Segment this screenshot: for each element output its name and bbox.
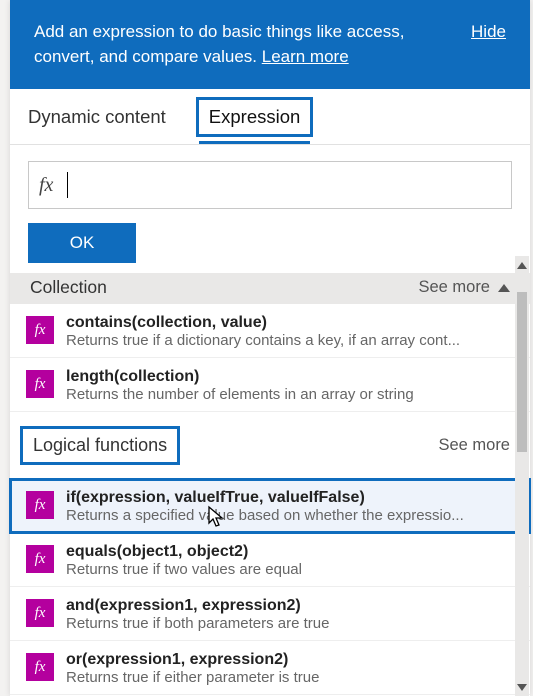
function-item-if[interactable]: fx if(expression, valueIfTrue, valueIfFa… [10,479,530,533]
scrollbar[interactable] [515,256,529,696]
section-title-logical: Logical functions [20,426,180,465]
ok-button[interactable]: OK [28,223,136,263]
section-header-logical: Logical functions See more [10,412,530,479]
function-description: Returns a specified value based on wheth… [66,507,514,524]
see-more-logical[interactable]: See more [438,436,510,455]
function-description: Returns true if two values are equal [66,561,514,578]
tab-expression[interactable]: Expression [196,97,314,137]
learn-more-link[interactable]: Learn more [262,47,349,66]
tab-bar: Dynamic content Expression [10,89,530,145]
fx-icon: fx [26,545,54,573]
function-description: Returns true if a dictionary contains a … [66,332,514,349]
section-title-collection: Collection [30,277,107,298]
scroll-down-icon[interactable] [517,682,527,692]
function-item-or[interactable]: fx or(expression1, expression2) Returns … [10,641,530,695]
scrollbar-thumb[interactable] [517,292,527,452]
expression-panel: Add an expression to do basic things lik… [10,0,530,696]
function-signature: and(expression1, expression2) [66,597,514,615]
fx-icon: fx [26,316,54,344]
function-description: Returns true if either parameter is true [66,669,514,686]
logical-functions-list: fx if(expression, valueIfTrue, valueIfFa… [10,479,530,695]
expression-input-area: fx OK [10,145,530,273]
function-item-and[interactable]: fx and(expression1, expression2) Returns… [10,587,530,641]
function-signature: length(collection) [66,368,514,386]
expression-input[interactable] [68,162,501,208]
fx-icon: fx [26,491,54,519]
fx-icon: fx [26,599,54,627]
banner-message: Add an expression to do basic things lik… [34,22,404,66]
banner-text: Add an expression to do basic things lik… [34,20,434,69]
function-signature: contains(collection, value) [66,314,514,332]
fx-icon: fx [26,653,54,681]
collection-functions-list: fx contains(collection, value) Returns t… [10,304,530,412]
function-description: Returns true if both parameters are true [66,615,514,632]
function-signature: equals(object1, object2) [66,543,514,561]
hide-link[interactable]: Hide [471,20,506,45]
function-item-contains[interactable]: fx contains(collection, value) Returns t… [10,304,530,358]
section-header-collection: Collection See more [10,273,530,304]
scroll-up-icon[interactable] [517,260,527,270]
function-signature: if(expression, valueIfTrue, valueIfFalse… [66,489,514,507]
info-banner: Add an expression to do basic things lik… [10,0,530,89]
function-item-length[interactable]: fx length(collection) Returns the number… [10,358,530,412]
fx-icon: fx [26,370,54,398]
collapse-icon[interactable] [498,284,510,292]
fx-icon: fx [39,174,53,197]
function-item-equals[interactable]: fx equals(object1, object2) Returns true… [10,533,530,587]
function-description: Returns the number of elements in an arr… [66,386,514,403]
tab-dynamic-content[interactable]: Dynamic content [28,89,166,144]
function-signature: or(expression1, expression2) [66,651,514,669]
see-more-collection[interactable]: See more [418,278,490,297]
expression-input-wrap[interactable]: fx [28,161,512,209]
